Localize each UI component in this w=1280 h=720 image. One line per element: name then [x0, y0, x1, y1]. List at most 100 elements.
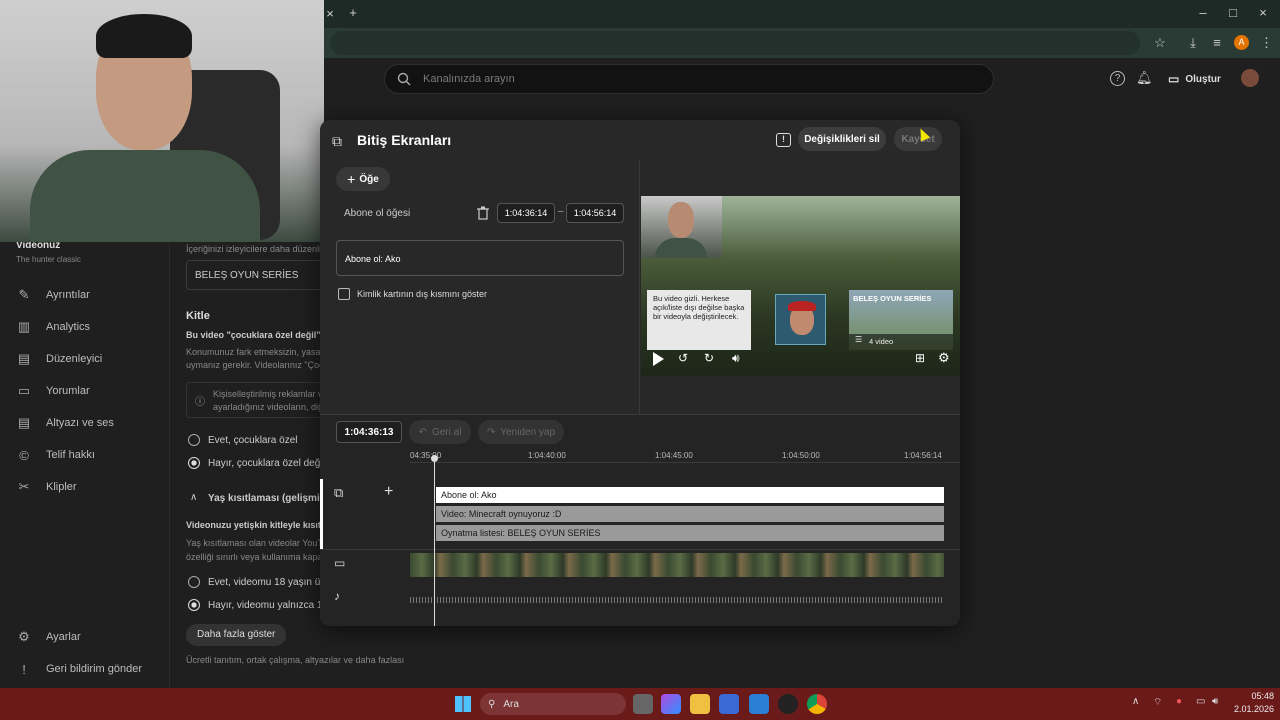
- copilot-icon[interactable]: [661, 694, 681, 714]
- taskbar-search[interactable]: ⚲ Ara: [480, 693, 626, 715]
- chrome-icon[interactable]: [807, 694, 827, 714]
- start-icon[interactable]: [455, 696, 471, 712]
- sidebar-item-2[interactable]: ▤ Düzenleyici: [16, 349, 166, 369]
- sidebar-item-label: Ayarlar: [46, 631, 81, 643]
- clock-date[interactable]: 2.01.2026: [1220, 704, 1274, 714]
- feedback-icon[interactable]: !: [776, 133, 791, 147]
- volume-icon[interactable]: 🔊︎: [732, 351, 740, 366]
- sidebar-item-4[interactable]: ▤ Altyazı ve ses: [16, 413, 166, 433]
- video-filmstrip[interactable]: [410, 553, 944, 577]
- end-screen-icon: ⧉: [332, 133, 342, 149]
- add-track-element-icon[interactable]: +: [384, 483, 393, 501]
- bookmark-star-icon[interactable]: ☆: [1152, 35, 1168, 51]
- radio-no-label: Hayır, çocuklara özel değ: [208, 458, 321, 469]
- download-icon[interactable]: ⤓: [1185, 35, 1201, 51]
- browser-menu-icon[interactable]: ⋮: [1260, 35, 1273, 51]
- radio-no[interactable]: [188, 457, 200, 469]
- notifications-bell-icon[interactable]: 🔔︎: [1136, 70, 1153, 86]
- undo-button[interactable]: ↶ Geri al: [409, 420, 471, 444]
- webcam-shirt: [30, 150, 260, 242]
- playlist-count: 4 video: [869, 337, 894, 346]
- age-heading: Yaş kısıtlaması (gelişmiş: [208, 493, 326, 504]
- create-video-icon: ▭: [1168, 72, 1180, 86]
- end-time-input[interactable]: 1:04:56:14: [566, 203, 624, 223]
- discard-changes-button[interactable]: Değişiklikleri sil: [798, 127, 886, 151]
- sidebar-item-label: Ayrıntılar: [46, 289, 90, 301]
- add-element-button[interactable]: + Öğe: [336, 167, 390, 191]
- new-tab-button[interactable]: +: [346, 5, 360, 20]
- create-button[interactable]: ▭ Oluştur: [1168, 70, 1221, 88]
- app-icon[interactable]: [778, 694, 798, 714]
- display-icon[interactable]: ▭: [1196, 696, 1205, 707]
- grid-icon[interactable]: ⊞: [915, 351, 925, 365]
- playhead-handle[interactable]: [431, 455, 438, 462]
- trash-icon[interactable]: [477, 206, 489, 220]
- sidebar-item-6[interactable]: ✂ Klipler: [16, 477, 166, 497]
- age-radio-yes[interactable]: [188, 576, 200, 588]
- timeline-panel: 1:04:36:13 ↶ Geri al ↷ Yeniden yap 04:35:0…: [320, 414, 960, 626]
- search-box[interactable]: Kanalınızda arayın: [384, 64, 994, 94]
- address-bar[interactable]: [330, 31, 1140, 55]
- timeline-element-bar[interactable]: Abone ol: Ako: [436, 487, 944, 503]
- task-view-icon[interactable]: [633, 694, 653, 714]
- copyright-icon: ©: [19, 447, 29, 463]
- sidebar-bottom-item-1[interactable]: ! Geri bildirim gönder: [16, 659, 166, 679]
- taskbar-search-icon: ⚲: [488, 698, 496, 710]
- end-screen-dialog: ⧉ Bitiş Ekranları ! Değişiklikleri sil K…: [320, 120, 960, 626]
- timeline-element-bar[interactable]: Video: Minecraft oynuyoruz :D: [436, 506, 944, 522]
- redo-button[interactable]: ↷ Yeniden yap: [478, 420, 564, 444]
- age-radio-no[interactable]: [188, 599, 200, 611]
- comments-icon: ▭: [17, 383, 31, 398]
- video-preview[interactable]: Bu video gizli. Herkese açık/liste dışı …: [641, 196, 960, 376]
- webcam-overlay: [0, 0, 324, 242]
- sidebar-bottom-item-0[interactable]: ⚙ Ayarlar: [16, 627, 166, 647]
- hidden-video-card[interactable]: Bu video gizli. Herkese açık/liste dışı …: [647, 290, 751, 350]
- age-radio-no-label: Hayır, videomu yalnızca 1: [208, 600, 323, 611]
- playhead[interactable]: [434, 459, 435, 626]
- audience-heading: Kitle: [186, 310, 210, 322]
- start-time-input[interactable]: 1:04:36:14: [497, 203, 555, 223]
- network-icon[interactable]: ⌔: [1153, 696, 1162, 709]
- settings-gear-icon[interactable]: ⚙: [938, 350, 950, 366]
- chevron-up-icon[interactable]: ∧: [190, 492, 197, 503]
- video-track-icon: ▭: [334, 556, 346, 570]
- forward-10-icon[interactable]: ↻: [704, 351, 714, 365]
- mail-icon[interactable]: [749, 694, 769, 714]
- show-more-button[interactable]: Daha fazla göster: [186, 624, 287, 646]
- sidebar-item-5[interactable]: © Telif hakkı: [16, 445, 166, 465]
- channel-avatar[interactable]: [1241, 69, 1259, 87]
- subscribe-field[interactable]: Abone ol: Ako: [336, 240, 624, 276]
- close-window-icon[interactable]: ×: [1256, 5, 1270, 20]
- form-intro: İçeriğinizi izleyicilere daha düzenli: [186, 244, 322, 254]
- timeline-tick: 1:04:50:00: [782, 451, 820, 460]
- rewind-10-icon[interactable]: ↺: [678, 351, 688, 365]
- radio-yes[interactable]: [188, 434, 200, 446]
- restore-icon[interactable]: □: [1226, 5, 1240, 20]
- file-explorer-icon[interactable]: [690, 694, 710, 714]
- subscribe-element[interactable]: [775, 294, 826, 345]
- playlist-card[interactable]: BELEŞ OYUN SERİES ☰ 4 video: [849, 290, 953, 350]
- help-icon[interactable]: ?: [1110, 71, 1125, 86]
- track-selected-marker: [320, 479, 323, 549]
- clock-time[interactable]: 05:48: [1230, 691, 1274, 701]
- profile-avatar[interactable]: A: [1234, 35, 1249, 50]
- close-tab-icon[interactable]: ×: [324, 6, 336, 21]
- checkbox-label: Kimlik kartının dış kısmını göster: [357, 289, 488, 299]
- play-icon[interactable]: [653, 352, 664, 366]
- sidebar-item-1[interactable]: ▥ Analytics: [16, 317, 166, 337]
- speaker-icon[interactable]: 🔊︎: [1212, 696, 1218, 707]
- element-name: Abone ol öğesi: [344, 208, 411, 219]
- show-card-checkbox[interactable]: [338, 288, 350, 300]
- microphone-icon[interactable]: ●: [1176, 696, 1182, 707]
- info-icon: ⓘ: [195, 397, 205, 408]
- tray-chevron-icon[interactable]: ∧: [1132, 696, 1139, 707]
- media-control-icon[interactable]: ≡: [1209, 35, 1225, 50]
- timeline-element-bar[interactable]: Oynatma listesi: BELEŞ OYUN SERİES: [436, 525, 944, 541]
- taskbar-search-label: Ara: [503, 698, 519, 710]
- sidebar-item-0[interactable]: ✎ Ayrıntılar: [16, 285, 166, 305]
- sidebar-item-3[interactable]: ▭ Yorumlar: [16, 381, 166, 401]
- store-icon[interactable]: [719, 694, 739, 714]
- info-text-1: Kişiselleştirilmiş reklamlar ve: [213, 389, 328, 399]
- minimize-icon[interactable]: –: [1196, 5, 1210, 20]
- details-form: İçeriğinizi izleyicilere daha düzenli BE…: [170, 240, 404, 690]
